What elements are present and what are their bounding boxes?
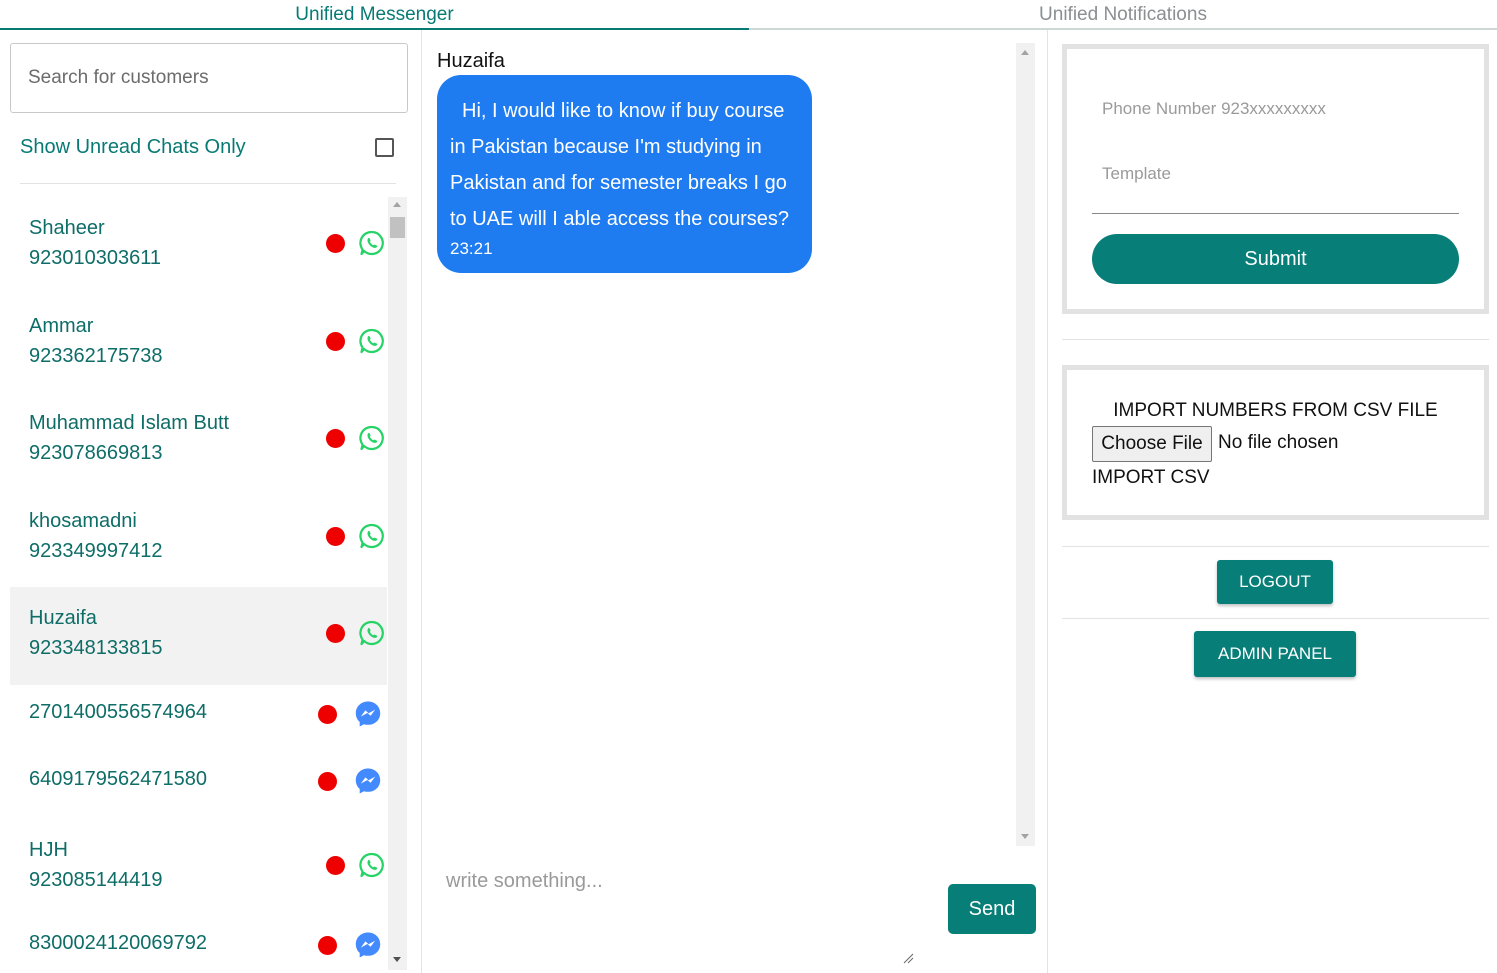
chat-list-item[interactable]: 6409179562471580 (10, 752, 387, 819)
messenger-icon (355, 768, 381, 793)
chat-phone: 923085144419 (29, 868, 163, 891)
file-status: No file chosen (1218, 432, 1339, 453)
logout-button[interactable]: LOGOUT (1217, 560, 1333, 604)
unread-dot (326, 331, 345, 351)
message-text: Hi, I would like to know if buy course i… (450, 100, 790, 230)
resize-grip-icon[interactable] (902, 952, 914, 964)
import-csv-button[interactable]: IMPORT CSV (1092, 467, 1210, 489)
tab-unified-messenger[interactable]: Unified Messenger (0, 0, 749, 30)
chat-phone: 2701400556574964 (29, 700, 207, 723)
csv-import-form: IMPORT NUMBERS FROM CSV FILE Choose File… (1062, 365, 1489, 520)
send-button[interactable]: Send (948, 884, 1036, 934)
unread-dot (318, 771, 337, 791)
import-title: IMPORT NUMBERS FROM CSV FILE (1113, 400, 1438, 421)
chat-phone: 923078669813 (29, 442, 163, 464)
whatsapp-icon (359, 852, 384, 877)
unread-dot (326, 855, 345, 875)
chat-phone: 923362175738 (29, 344, 163, 367)
chat-list-scrollbar[interactable] (388, 197, 407, 970)
search-box (10, 43, 408, 113)
unread-dot (326, 234, 345, 253)
chat-list-item[interactable]: Huzaifa 923348133815 (10, 587, 387, 685)
unread-dot (318, 704, 337, 724)
phone-field (1092, 99, 1459, 125)
submit-button[interactable]: Submit (1092, 234, 1459, 284)
divider (20, 183, 396, 184)
chat-name: Shaheer (29, 217, 105, 239)
chat-list-item[interactable]: HJH 923085144419 (10, 819, 387, 917)
template-field (1092, 164, 1459, 214)
chat-list-item[interactable]: 2701400556574964 (10, 685, 387, 752)
chat-phone: 8300024120069792 (29, 932, 207, 954)
chat-phone: 923349997412 (29, 539, 163, 562)
chat-list-item[interactable]: Shaheer 923010303611 (10, 197, 387, 295)
messenger-icon (355, 932, 381, 958)
whatsapp-icon (359, 620, 384, 646)
divider (1062, 546, 1489, 547)
whatsapp-icon (359, 523, 384, 548)
unread-filter-label: Show Unread Chats Only (20, 136, 246, 158)
unread-dot (326, 429, 345, 448)
unread-filter: Show Unread Chats Only (20, 132, 400, 162)
conversation-panel: Huzaifa Hi, I would like to know if buy … (422, 30, 1048, 973)
chat-name: Muhammad Islam Butt (29, 412, 230, 434)
messenger-icon (355, 701, 381, 726)
chat-name: Ammar (29, 314, 94, 337)
whatsapp-icon (359, 328, 384, 353)
chat-name: HJH (29, 838, 68, 861)
scroll-down-arrow-icon[interactable] (1021, 834, 1029, 839)
unread-dot (326, 624, 345, 643)
scroll-down-arrow-icon[interactable] (393, 957, 401, 962)
chat-list: Shaheer 923010303611 Ammar 923362175738 Muha… (10, 197, 387, 973)
chat-phone: 923010303611 (29, 247, 161, 269)
chat-phone: 923348133815 (29, 637, 163, 659)
scroll-up-arrow-icon[interactable] (1021, 50, 1029, 55)
chat-sidebar: Show Unread Chats Only Shaheer 9230103036… (0, 30, 422, 973)
conversation-scrollbar[interactable] (1016, 43, 1035, 846)
scrollbar-thumb[interactable] (390, 217, 405, 238)
unread-dot (326, 526, 345, 546)
divider (1062, 339, 1489, 340)
unread-filter-checkbox[interactable] (375, 138, 394, 157)
chat-name: khosamadni (29, 509, 137, 532)
message-input[interactable] (434, 860, 919, 965)
chat-list-item[interactable]: khosamadni 923349997412 (10, 490, 387, 588)
message-bubble: Hi, I would like to know if buy course i… (437, 75, 812, 273)
tab-unified-notifications[interactable]: Unified Notifications (749, 0, 1497, 30)
conversation-title: Huzaifa (437, 50, 505, 72)
send-template-form: Submit (1062, 44, 1489, 314)
message-time: 23:21 (450, 239, 493, 258)
whatsapp-icon (359, 425, 384, 451)
phone-number-input[interactable] (1092, 99, 1459, 119)
chat-list-item[interactable]: Muhammad Islam Butt 923078669813 (10, 392, 387, 490)
tab-bar: Unified Messenger Unified Notifications (0, 0, 1497, 30)
chat-name: Huzaifa (29, 607, 97, 629)
search-input[interactable] (11, 44, 407, 112)
template-input[interactable] (1092, 164, 1459, 184)
unread-dot (318, 936, 337, 955)
chat-list-item[interactable]: 8300024120069792 (10, 916, 387, 973)
scroll-up-arrow-icon[interactable] (393, 202, 401, 207)
notifications-panel: Submit IMPORT NUMBERS FROM CSV FILE Choo… (1049, 30, 1497, 973)
chat-list-item[interactable]: Ammar 923362175738 (10, 295, 387, 393)
admin-panel-button[interactable]: ADMIN PANEL (1194, 631, 1356, 677)
divider (1062, 618, 1489, 619)
choose-file-button[interactable]: Choose File (1092, 426, 1212, 462)
whatsapp-icon (359, 230, 384, 256)
chat-phone: 6409179562471580 (29, 767, 207, 790)
